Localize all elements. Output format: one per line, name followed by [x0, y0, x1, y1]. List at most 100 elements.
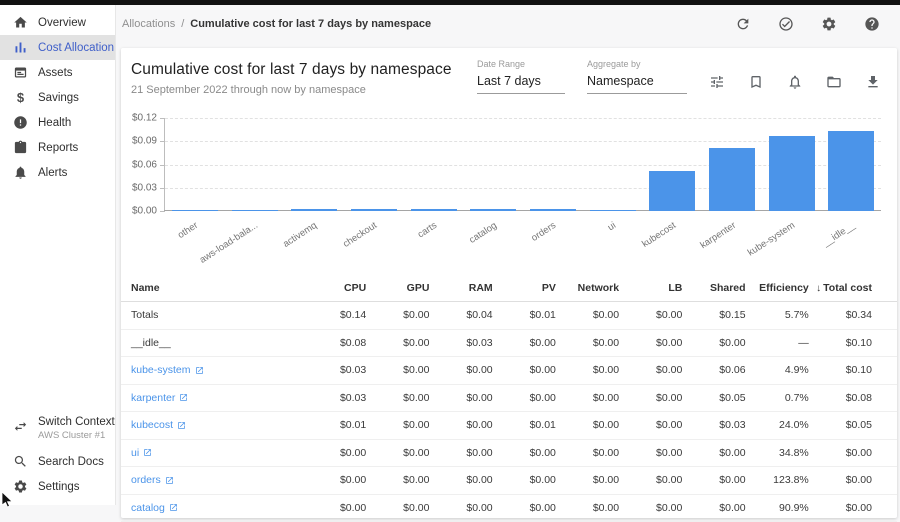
table-row: Totals$0.14$0.00$0.04$0.01$0.00$0.00$0.1…: [121, 302, 897, 330]
sidebar-item-assets[interactable]: Assets: [0, 60, 115, 85]
sidebar-item-alerts[interactable]: Alerts: [0, 160, 115, 185]
sidebar-item-cost-allocation[interactable]: Cost Allocation: [0, 35, 115, 60]
row-value: $0.00: [493, 392, 556, 404]
row-value: $0.08: [809, 392, 872, 404]
chart-bar[interactable]: [530, 209, 576, 211]
chart-bar[interactable]: [351, 209, 397, 211]
table-row[interactable]: kubecost$0.01$0.00$0.00$0.01$0.00$0.00$0…: [121, 412, 897, 440]
row-name[interactable]: karpenter: [131, 392, 303, 404]
aggregate-by-label: Aggregate by: [587, 59, 687, 69]
chart-bar[interactable]: [232, 210, 278, 211]
x-tick-label: checkout: [341, 220, 379, 250]
breadcrumb-allocations[interactable]: Allocations: [122, 18, 175, 30]
chart-bar[interactable]: [828, 131, 874, 211]
sidebar-item-health[interactable]: Health: [0, 110, 115, 135]
top-edge-bar: [0, 0, 900, 5]
row-name[interactable]: kube-system: [131, 364, 303, 376]
chart-bar[interactable]: [411, 209, 457, 211]
col-total-cost[interactable]: ↓Total cost: [809, 282, 872, 294]
table-row[interactable]: kube-system$0.03$0.00$0.00$0.00$0.00$0.0…: [121, 357, 897, 385]
table-row[interactable]: catalog$0.00$0.00$0.00$0.00$0.00$0.00$0.…: [121, 495, 897, 522]
chart-bar[interactable]: [649, 171, 695, 211]
col-efficiency[interactable]: Efficiency: [746, 282, 809, 294]
chart-bar[interactable]: [590, 210, 636, 211]
col-lb[interactable]: LB: [619, 282, 682, 294]
y-tick: $0.06: [132, 159, 157, 170]
table-row[interactable]: orders$0.00$0.00$0.00$0.00$0.00$0.00$0.0…: [121, 467, 897, 495]
row-value: $0.00: [682, 502, 745, 514]
search-docs-button[interactable]: Search Docs: [0, 449, 115, 474]
page-title: Cumulative cost for last 7 days by names…: [131, 61, 452, 79]
col-pv[interactable]: PV: [493, 282, 556, 294]
help-icon[interactable]: [864, 16, 880, 32]
chart-bar[interactable]: [172, 210, 218, 211]
y-tick: $0.00: [132, 206, 157, 217]
col-network[interactable]: Network: [556, 282, 619, 294]
x-tick-label: orders: [530, 220, 559, 244]
row-value: $0.05: [682, 392, 745, 404]
open-in-new-icon: [179, 393, 188, 402]
tune-icon[interactable]: [709, 74, 725, 90]
switch-context-button[interactable]: Switch Context AWS Cluster #1: [0, 413, 115, 449]
col-ram[interactable]: RAM: [429, 282, 492, 294]
sidebar-item-overview[interactable]: Overview: [0, 10, 115, 35]
bell-icon[interactable]: [787, 74, 803, 90]
row-value: $0.00: [303, 474, 366, 486]
switch-arrows-icon: [13, 419, 28, 434]
dollar-icon: $: [13, 90, 28, 105]
bell-icon: [13, 165, 28, 180]
sidebar-item-label: Savings: [38, 92, 79, 104]
row-name[interactable]: kubecost: [131, 419, 303, 431]
aggregate-by-value: Namespace: [587, 69, 687, 94]
gear-icon[interactable]: [821, 16, 837, 32]
row-value: $0.00: [682, 474, 745, 486]
col-name[interactable]: Name: [131, 282, 303, 294]
row-value: $0.00: [556, 392, 619, 404]
x-tick-label: carts: [416, 220, 439, 240]
download-icon[interactable]: [865, 74, 881, 90]
row-name[interactable]: orders: [131, 474, 303, 486]
settings-button[interactable]: Settings: [0, 474, 115, 499]
chart-bar[interactable]: [709, 148, 755, 211]
row-name[interactable]: catalog: [131, 502, 303, 514]
row-value: $0.00: [493, 364, 556, 376]
sidebar-item-reports[interactable]: Reports: [0, 135, 115, 160]
check-circle-icon[interactable]: [778, 16, 794, 32]
table-row[interactable]: karpenter$0.03$0.00$0.00$0.00$0.00$0.00$…: [121, 385, 897, 413]
row-name[interactable]: ui: [131, 447, 303, 459]
chart-bar[interactable]: [291, 209, 337, 211]
col-cpu[interactable]: CPU: [303, 282, 366, 294]
row-value: 24.0%: [746, 419, 809, 431]
row-value: $0.00: [493, 474, 556, 486]
row-name: Totals: [131, 309, 303, 321]
row-value: $0.03: [429, 337, 492, 349]
bookmark-icon[interactable]: [748, 74, 764, 90]
date-range-select[interactable]: Date Range Last 7 days: [477, 59, 565, 94]
sidebar-item-savings[interactable]: $ Savings: [0, 85, 115, 110]
row-value: $0.00: [366, 502, 429, 514]
folder-icon[interactable]: [826, 74, 842, 90]
row-value: $0.00: [366, 447, 429, 459]
col-gpu[interactable]: GPU: [366, 282, 429, 294]
aggregate-by-select[interactable]: Aggregate by Namespace: [587, 59, 687, 94]
breadcrumb: Allocations / Cumulative cost for last 7…: [122, 18, 431, 30]
chart-bar[interactable]: [470, 209, 516, 211]
x-tick-label: other: [176, 220, 200, 241]
allocation-table: Name CPU GPU RAM PV Network LB Shared Ef…: [121, 274, 897, 522]
search-docs-label: Search Docs: [38, 456, 104, 468]
row-value: $0.00: [366, 419, 429, 431]
refresh-icon[interactable]: [735, 16, 751, 32]
search-icon: [13, 454, 28, 469]
chart-bar[interactable]: [769, 136, 815, 211]
reports-icon: [13, 140, 28, 155]
row-value: $0.01: [493, 309, 556, 321]
table-row[interactable]: ui$0.00$0.00$0.00$0.00$0.00$0.00$0.0034.…: [121, 440, 897, 468]
x-tick-label: ui: [606, 220, 618, 233]
row-value: $0.00: [619, 364, 682, 376]
chart-plot-area: [164, 118, 881, 211]
sidebar-item-label: Health: [38, 117, 71, 129]
col-shared[interactable]: Shared: [682, 282, 745, 294]
row-value: $0.00: [619, 474, 682, 486]
row-value: 5.7%: [746, 309, 809, 321]
row-value: $0.00: [556, 447, 619, 459]
